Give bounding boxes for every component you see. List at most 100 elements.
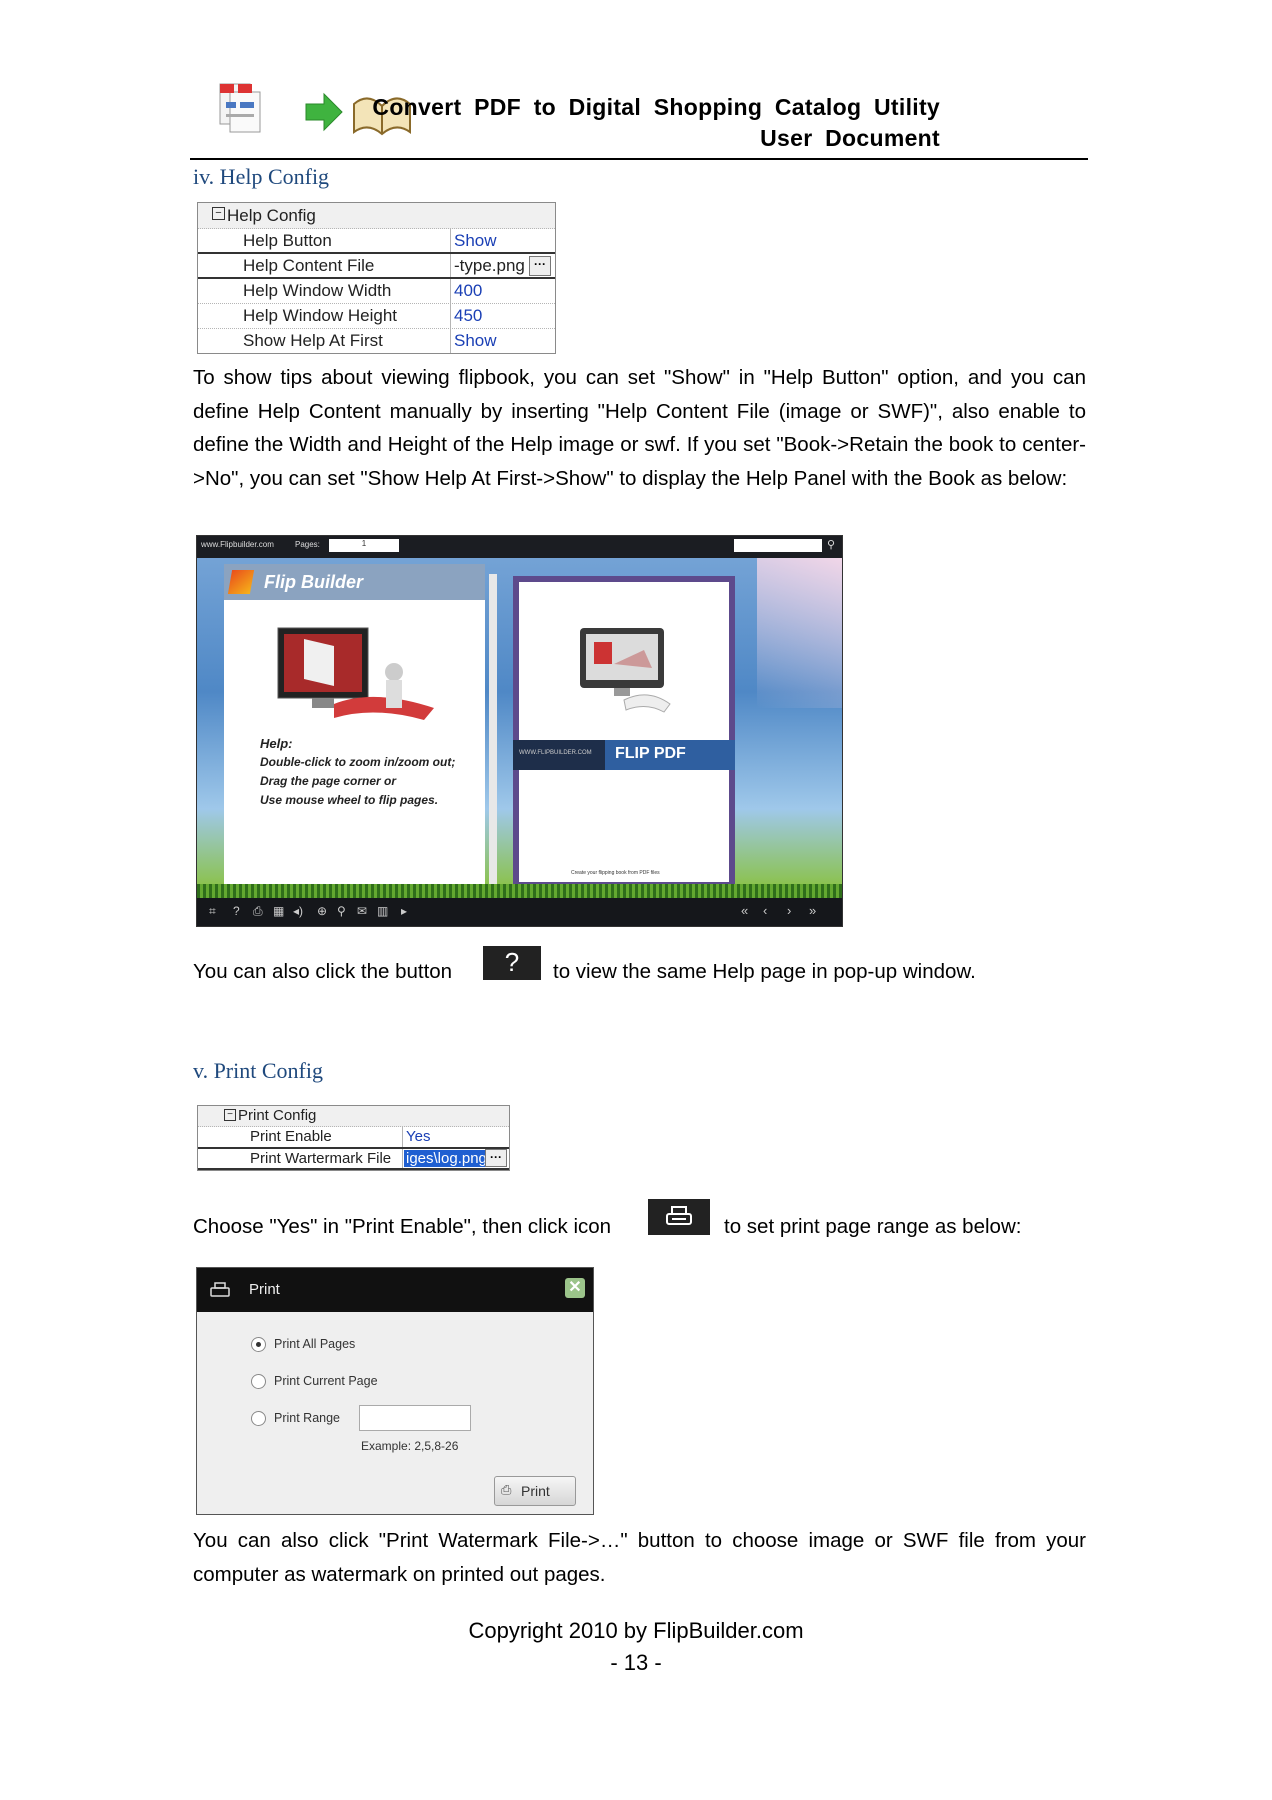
grid-group-row[interactable]: − Help Config bbox=[198, 203, 555, 229]
help-icon[interactable]: ? bbox=[233, 904, 240, 918]
grid-row-key: Help Window Height bbox=[243, 306, 398, 325]
document-title: Convert PDF to Digital Shopping Catalog … bbox=[372, 92, 940, 154]
footer-copyright: Copyright 2010 by FlipBuilder.com bbox=[468, 1618, 804, 1643]
book-caption: Create your flipping book from PDF files bbox=[571, 870, 660, 876]
grid-row-key: Show Help At First bbox=[243, 331, 383, 350]
collapse-icon[interactable]: − bbox=[212, 207, 225, 220]
flipbook-site-label: www.Flipbuilder.com bbox=[201, 540, 274, 549]
flip-builder-logo-icon bbox=[227, 570, 255, 594]
grid-row-key: Print Enable bbox=[250, 1128, 332, 1145]
help-button-line-before: You can also click the button bbox=[193, 960, 453, 983]
footer-page-number: - 13 - bbox=[610, 1650, 662, 1675]
print-closing-paragraph: You can also click "Print Watermark File… bbox=[193, 1529, 1086, 1586]
grid-row-value[interactable]: iges\log.png bbox=[404, 1150, 489, 1167]
grid-row-value[interactable]: Show bbox=[454, 231, 497, 251]
printer-icon bbox=[666, 1206, 692, 1225]
grid-row[interactable]: Show Help At First Show bbox=[198, 328, 555, 353]
print-dialog: Print ✕ Print All Pages Print Current Pa… bbox=[196, 1267, 594, 1515]
grid-row-key: Help Window Width bbox=[243, 281, 392, 300]
grid-row-selected[interactable]: Help Content File -type.png ··· bbox=[198, 252, 555, 279]
book-banner: WWW.FLIPBUILDER.COM FLIP PDF bbox=[513, 740, 735, 770]
pages-input[interactable]: 1 bbox=[329, 539, 399, 552]
help-panel-header: Flip Builder bbox=[224, 564, 485, 600]
help-text: Help: Double-click to zoom in/zoom out; … bbox=[260, 734, 455, 810]
grid-row-value[interactable]: Show bbox=[454, 331, 497, 351]
green-arrow-icon bbox=[305, 92, 343, 132]
book-page-content: WWW.FLIPBUILDER.COM FLIP PDF Create your… bbox=[513, 582, 735, 882]
grid-row[interactable]: Print Enable Yes bbox=[198, 1127, 509, 1148]
help-button-icon[interactable]: ? bbox=[483, 946, 541, 980]
grid-row[interactable]: Help Window Width 400 bbox=[198, 278, 555, 304]
help-button-line: You can also click the button bbox=[193, 960, 452, 984]
print-config-heading: v. Print Config bbox=[193, 1058, 323, 1083]
grid-group-row[interactable]: − Print Config bbox=[198, 1106, 509, 1127]
book-page[interactable]: WWW.FLIPBUILDER.COM FLIP PDF Create your… bbox=[513, 576, 735, 894]
last-page-icon[interactable]: » bbox=[809, 903, 816, 918]
grid-row[interactable]: Help Window Height 450 bbox=[198, 303, 555, 329]
pages-label: Pages: bbox=[295, 540, 320, 549]
print-button-icon[interactable] bbox=[648, 1199, 710, 1235]
flipbook-search-input[interactable] bbox=[734, 539, 822, 552]
help-text-heading: Help: bbox=[260, 736, 293, 751]
print-range-input[interactable] bbox=[359, 1405, 471, 1431]
print-icon[interactable]: ⎙ bbox=[253, 904, 263, 919]
print-submit-label: Print bbox=[521, 1483, 550, 1499]
radio-print-all-pages[interactable] bbox=[251, 1337, 266, 1352]
previous-page-icon[interactable]: ‹ bbox=[763, 903, 767, 918]
printer-icon: ⎙ bbox=[501, 1482, 512, 1497]
email-icon[interactable]: ✉ bbox=[357, 904, 367, 918]
book-banner-site: WWW.FLIPBUILDER.COM bbox=[519, 750, 592, 756]
help-panel-title: Flip Builder bbox=[264, 572, 363, 592]
help-text-line: Drag the page corner or bbox=[260, 774, 397, 788]
flipbook-screenshot: www.Flipbuilder.com Pages: 1 ⚲ Flip Buil… bbox=[196, 535, 843, 927]
sky-highlight bbox=[757, 558, 842, 708]
help-panel: Flip Builder Help: Double-click to zoom … bbox=[224, 564, 485, 894]
grid-row-key: Print Wartermark File bbox=[250, 1150, 392, 1167]
option-label: Print Current Page bbox=[274, 1374, 378, 1388]
browse-button[interactable]: ··· bbox=[529, 256, 551, 276]
thumbnails-icon[interactable]: ▦ bbox=[273, 904, 284, 918]
zoom-in-icon[interactable]: ⊕ bbox=[317, 904, 327, 918]
browse-button[interactable]: ··· bbox=[485, 1149, 507, 1167]
print-config-grid: − Print Config Print Enable Yes Print Wa… bbox=[197, 1105, 510, 1171]
grid-row-value[interactable]: -type.png bbox=[454, 256, 525, 276]
grid-row-value[interactable]: Yes bbox=[406, 1128, 430, 1145]
grid-row-value[interactable]: 400 bbox=[454, 281, 482, 301]
collapse-icon[interactable]: − bbox=[224, 1109, 236, 1121]
document-title-line1: Convert PDF to Digital Shopping Catalog … bbox=[372, 94, 940, 120]
grid-group-label: Help Config bbox=[227, 206, 316, 225]
search-icon[interactable]: ⚲ bbox=[827, 538, 835, 551]
sound-icon[interactable]: ◂) bbox=[293, 904, 303, 918]
grid-row-selected[interactable]: Print Wartermark File iges\log.png ··· bbox=[198, 1147, 509, 1170]
grass-strip bbox=[197, 884, 842, 898]
grid-row[interactable]: Help Button Show bbox=[198, 228, 555, 254]
computer-illustration-icon bbox=[277, 627, 434, 720]
grid-row-value[interactable]: 450 bbox=[454, 306, 482, 326]
document-title-line2: User Document bbox=[760, 125, 940, 151]
print-submit-button[interactable]: ⎙ Print bbox=[494, 1476, 576, 1506]
help-config-grid: − Help Config Help Button Show Help Cont… bbox=[197, 202, 556, 354]
header-divider bbox=[190, 158, 1088, 160]
share-icon[interactable]: ▥ bbox=[377, 904, 388, 918]
radio-selected-dot bbox=[256, 1342, 261, 1347]
option-label: Print All Pages bbox=[274, 1337, 356, 1351]
play-icon[interactable]: ▸ bbox=[401, 904, 407, 918]
book-banner-brand: FLIP PDF bbox=[615, 745, 686, 762]
grid-group-label: Print Config bbox=[238, 1107, 317, 1124]
first-page-icon[interactable]: « bbox=[741, 903, 748, 918]
fullscreen-icon[interactable]: ⌗ bbox=[209, 904, 216, 919]
print-dialog-titlebar: Print ✕ bbox=[197, 1268, 593, 1312]
next-page-icon[interactable]: › bbox=[787, 903, 791, 918]
close-icon[interactable]: ✕ bbox=[565, 1278, 585, 1298]
grid-row-key: Help Button bbox=[243, 231, 332, 250]
option-label: Print Range bbox=[274, 1411, 341, 1425]
flipbook-top-bar: www.Flipbuilder.com Pages: 1 ⚲ bbox=[197, 536, 842, 558]
radio-print-current-page[interactable] bbox=[251, 1374, 266, 1389]
help-text-line: Use mouse wheel to flip pages. bbox=[260, 793, 439, 807]
radio-print-range[interactable] bbox=[251, 1411, 266, 1426]
help-paragraph: To show tips about viewing flipbook, you… bbox=[193, 366, 1086, 490]
monitor-illustration-icon bbox=[580, 628, 671, 713]
print-range-example: Example: 2,5,8-26 bbox=[361, 1439, 459, 1453]
search-icon[interactable]: ⚲ bbox=[337, 904, 346, 918]
help-config-heading: iv. Help Config bbox=[193, 164, 330, 189]
